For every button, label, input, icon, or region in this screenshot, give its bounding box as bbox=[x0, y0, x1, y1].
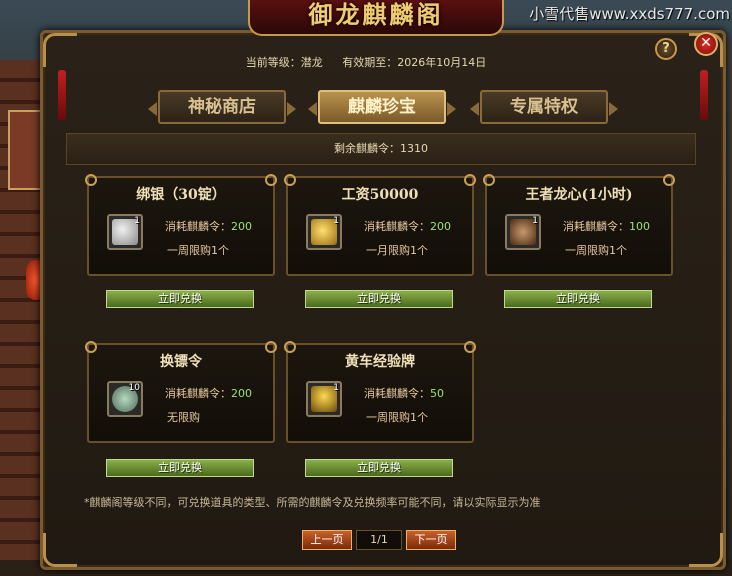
item-quantity: 10 bbox=[128, 383, 140, 393]
tab-exclusive-privilege[interactable]: 专属特权 bbox=[470, 90, 618, 124]
title-banner: 御龙麒麟阁 bbox=[248, 0, 504, 36]
tassel-decoration bbox=[700, 70, 708, 120]
help-button[interactable]: ? bbox=[655, 38, 677, 60]
corner-ornament bbox=[43, 533, 77, 567]
remaining-tokens: 剩余麒麟令：1310 bbox=[66, 133, 696, 165]
item-name: 王者龙心(1小时) bbox=[525, 187, 633, 203]
dragon-heart-icon[interactable]: 1 bbox=[505, 214, 541, 250]
cost-value: 100 bbox=[629, 220, 650, 233]
watermark-text: 小雪代售www.xxds777.com bbox=[529, 5, 730, 23]
purchase-limit: 一月限购1个 bbox=[366, 244, 428, 257]
cost-value: 200 bbox=[231, 220, 252, 233]
cost-label: 消耗麒麟令： bbox=[165, 387, 231, 400]
redeem-button[interactable]: 立即兑换 bbox=[305, 459, 453, 477]
redeem-button[interactable]: 立即兑换 bbox=[106, 459, 254, 477]
expiry-label: 有效期至：2026年10月14日 bbox=[342, 56, 487, 69]
header-info: 当前等级：潜龙 有效期至：2026年10月14日 bbox=[0, 54, 732, 70]
corner-ornament bbox=[689, 533, 723, 567]
level-label: 当前等级：潜龙 bbox=[245, 56, 323, 69]
cost-value: 50 bbox=[430, 387, 444, 400]
item-cost: 消耗麒麟令：200 bbox=[165, 218, 252, 234]
page-title: 御龙麒麟阁 bbox=[308, 0, 444, 29]
purchase-limit: 一周限购1个 bbox=[565, 244, 627, 257]
page-indicator: 1/1 bbox=[356, 530, 402, 550]
item-name: 工资50000 bbox=[341, 187, 419, 203]
item-name: 换镖令 bbox=[160, 354, 202, 370]
item-name: 黄车经验牌 bbox=[345, 354, 415, 370]
cost-value: 200 bbox=[231, 387, 252, 400]
gold-coins-icon[interactable]: 1 bbox=[306, 214, 342, 250]
cost-label: 消耗麒麟令： bbox=[165, 220, 231, 233]
item-card: 换镖令 10 消耗麒麟令：200 无限购 bbox=[85, 341, 277, 443]
purchase-limit: 一周限购1个 bbox=[366, 411, 428, 424]
next-page-button[interactable]: 下一页 bbox=[406, 530, 456, 550]
tab-mystery-shop[interactable]: 神秘商店 bbox=[148, 90, 296, 124]
item-name: 绑银（30锭） bbox=[136, 187, 226, 203]
item-cost: 消耗麒麟令：100 bbox=[563, 218, 650, 234]
prev-page-button[interactable]: 上一页 bbox=[302, 530, 352, 550]
item-quantity: 1 bbox=[532, 216, 538, 226]
cost-label: 消耗麒麟令： bbox=[563, 220, 629, 233]
redeem-button[interactable]: 立即兑换 bbox=[106, 290, 254, 308]
item-card: 工资50000 1 消耗麒麟令：200 一月限购1个 bbox=[284, 174, 476, 276]
purchase-limit: 一周限购1个 bbox=[167, 244, 229, 257]
escort-token-icon[interactable]: 10 bbox=[107, 381, 143, 417]
cost-value: 200 bbox=[430, 220, 451, 233]
cost-label: 消耗麒麟令： bbox=[364, 387, 430, 400]
item-quantity: 1 bbox=[333, 216, 339, 226]
golden-cart-icon[interactable]: 1 bbox=[306, 381, 342, 417]
item-card: 王者龙心(1小时) 1 消耗麒麟令：100 一周限购1个 bbox=[483, 174, 675, 276]
item-quantity: 1 bbox=[134, 216, 140, 226]
purchase-limit: 无限购 bbox=[167, 411, 200, 424]
redeem-button[interactable]: 立即兑换 bbox=[305, 290, 453, 308]
item-cost: 消耗麒麟令：200 bbox=[165, 385, 252, 401]
tassel-decoration bbox=[58, 70, 66, 120]
item-card: 绑银（30锭） 1 消耗麒麟令：200 一周限购1个 bbox=[85, 174, 277, 276]
item-cost: 消耗麒麟令：200 bbox=[364, 218, 451, 234]
footnote: *麒麟阁等级不同，可兑换道具的类型、所需的麒麟令及兑换频率可能不同，请以实际显示… bbox=[84, 496, 541, 509]
item-quantity: 1 bbox=[333, 383, 339, 393]
cost-label: 消耗麒麟令： bbox=[364, 220, 430, 233]
silver-ingot-icon[interactable]: 1 bbox=[107, 214, 143, 250]
item-card: 黄车经验牌 1 消耗麒麟令：50 一周限购1个 bbox=[284, 341, 476, 443]
close-button[interactable]: ✕ bbox=[694, 32, 718, 56]
tab-qilin-treasure[interactable]: 麒麟珍宝 bbox=[308, 90, 456, 124]
redeem-button[interactable]: 立即兑换 bbox=[504, 290, 652, 308]
item-cost: 消耗麒麟令：50 bbox=[364, 385, 444, 401]
